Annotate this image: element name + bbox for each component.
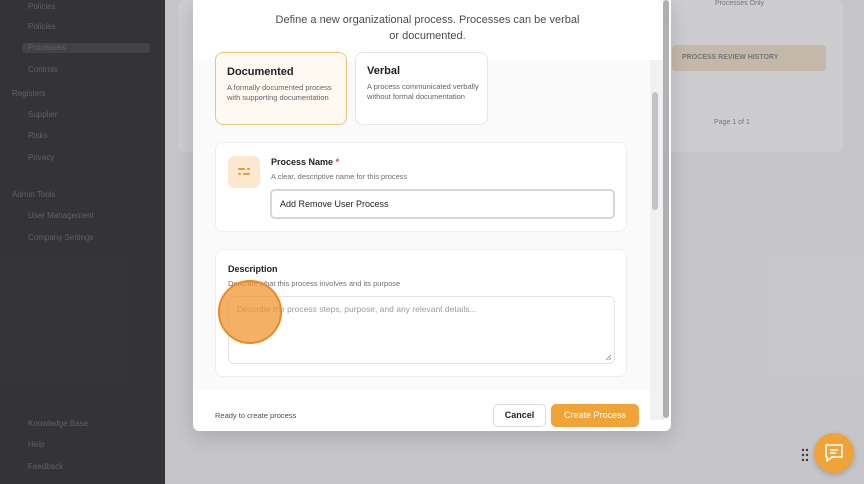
modal-scroll-thumb[interactable] — [663, 0, 669, 418]
footer-status: Ready to create process — [215, 411, 297, 420]
drag-handle-icon[interactable] — [800, 447, 810, 463]
type-title: Documented — [227, 66, 294, 78]
process-name-label: Process Name * — [271, 157, 339, 167]
description-label: Description — [228, 264, 278, 274]
type-description: A process communicated verbally without … — [367, 82, 479, 101]
label-text: Process Name — [271, 157, 334, 167]
list-icon — [238, 168, 250, 175]
chat-button[interactable] — [814, 433, 854, 473]
resize-handle-icon[interactable] — [605, 354, 612, 361]
modal-subtitle: Define a new organizational process. Pro… — [275, 12, 580, 44]
type-description: A formally documented process with suppo… — [227, 83, 332, 102]
click-indicator — [218, 280, 282, 344]
modal-body-scroll-thumb[interactable] — [652, 92, 658, 210]
type-option-documented[interactable]: Documented A formally documented process… — [215, 52, 347, 125]
create-process-button[interactable]: Create Process — [551, 404, 639, 427]
chat-icon — [825, 444, 843, 462]
subtitle-line: or documented. — [389, 30, 466, 42]
process-name-hint: A clear, descriptive name for this proce… — [271, 172, 408, 181]
process-name-input[interactable]: Add Remove User Process — [270, 189, 615, 219]
process-name-icon-box — [228, 156, 260, 188]
subtitle-line: Define a new organizational process. Pro… — [275, 14, 580, 26]
type-option-verbal[interactable]: Verbal A process communicated verbally w… — [355, 52, 488, 125]
type-title: Verbal — [367, 65, 401, 77]
required-marker: * — [335, 157, 340, 167]
cancel-button[interactable]: Cancel — [493, 404, 546, 427]
